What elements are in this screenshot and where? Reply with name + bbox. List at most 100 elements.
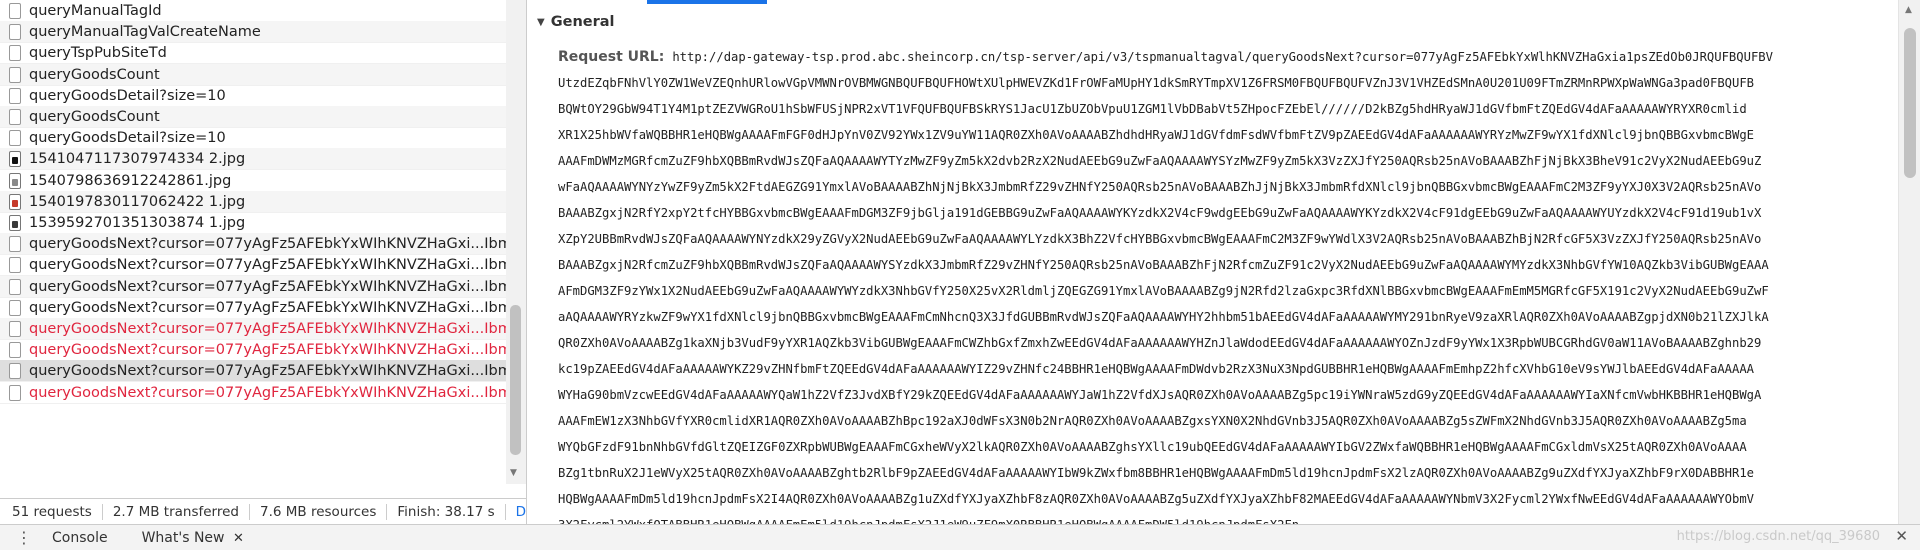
request-row[interactable]: queryGoodsNext?cursor=077yAgFz5AFEbkYxWI… bbox=[0, 318, 506, 340]
request-url-value[interactable]: AAAFmEW1zX3NhbGVfYXR0cmlidXR1AQR0ZXh0AVo… bbox=[558, 414, 1747, 428]
image-file-icon bbox=[9, 193, 21, 210]
request-url-line: wFaAQAAAAWYNYzYwZF9yZm5kX2FtdAEGZG91Ymxl… bbox=[558, 174, 1888, 200]
request-name: queryGoodsNext?cursor=077yAgFz5AFEbkYxWI… bbox=[29, 320, 506, 337]
headers-scrollbar[interactable]: ▲ bbox=[1898, 0, 1920, 524]
request-url-line: HQBWgAAAAFmDm5ld19hcnJpdmFsX2I4AQR0ZXh0A… bbox=[558, 486, 1888, 512]
request-url-line: BZg1tbnRuX2J1eWVyX25tAQR0ZXh0AVoAAAABZgh… bbox=[558, 460, 1888, 486]
request-name: 1541047117307974334 2.jpg bbox=[29, 150, 246, 167]
tab-console[interactable]: Console bbox=[52, 530, 108, 546]
request-url-value[interactable]: HQBWgAAAAFmDm5ld19hcnJpdmFsX2I4AQR0ZXh0A… bbox=[558, 492, 1754, 506]
request-row[interactable]: 1540197830117062422 1.jpg bbox=[0, 191, 506, 213]
request-url-value[interactable]: wFaAQAAAAWYNYzYwZF9yZm5kX2FtdAEGZG91Ymxl… bbox=[558, 180, 1761, 194]
request-list-scrollbar[interactable]: ▼ bbox=[506, 0, 526, 484]
request-row[interactable]: queryGoodsNext?cursor=077yAgFz5AFEbkYxWI… bbox=[0, 254, 506, 276]
request-row[interactable]: queryTspPubSiteTd bbox=[0, 42, 506, 64]
request-name: queryGoodsNext?cursor=077yAgFz5AFEbkYxWI… bbox=[29, 299, 506, 316]
watermark-text: https://blog.csdn.net/qq_39680 bbox=[1676, 529, 1880, 544]
request-url-value[interactable]: XZpY2UBBmRvdWJsZQFaAQAAAAWYNYzdkX29yZGVy… bbox=[558, 232, 1761, 246]
request-row[interactable]: queryGoodsNext?cursor=077yAgFz5AFEbkYxWI… bbox=[0, 360, 506, 382]
request-url-value[interactable]: QR0ZXh0AVoAAAABZg1kaXNjb3VudF9yYXR1AQZkb… bbox=[558, 336, 1761, 350]
request-row[interactable]: queryGoodsNext?cursor=077yAgFz5AFEbkYxWI… bbox=[0, 297, 506, 319]
request-row[interactable]: queryGoodsDetail?size=10 bbox=[0, 127, 506, 149]
request-name: queryGoodsDetail?size=10 bbox=[29, 129, 226, 146]
document-icon bbox=[9, 362, 21, 379]
request-url-value[interactable]: AAAFmDWMzMGRfcmZuZF9hbXQBBmRvdWJsZQFaAQA… bbox=[558, 154, 1761, 168]
request-url-value[interactable]: aAQAAAAWYRYzkwZF9wYX1fdXNlcl9jbnQBBGxvbm… bbox=[558, 310, 1769, 324]
request-url-line: aAQAAAAWYRYzkwZF9wYX1fdXNlcl9jbnQBBGxvbm… bbox=[558, 304, 1888, 330]
request-url-line: AAAFmDWMzMGRfcmZuZF9hbXQBBmRvdWJsZQFaAQA… bbox=[558, 148, 1888, 174]
document-icon bbox=[9, 108, 21, 125]
tab-whats-new-label: What's New bbox=[141, 529, 225, 546]
request-url-line: WYHaG90bmVzcwEEdGV4dAFaAAAAAWYQaW1hZ2VfZ… bbox=[558, 382, 1888, 408]
dom-content-loaded-link[interactable]: Do bbox=[506, 504, 526, 520]
request-row[interactable]: queryManualTagId bbox=[0, 0, 506, 22]
general-section-header[interactable]: ▼ General bbox=[537, 14, 615, 30]
request-row[interactable]: queryGoodsDetail?size=10 bbox=[0, 85, 506, 107]
document-icon bbox=[9, 2, 21, 19]
resources-size: 7.6 MB resources bbox=[250, 504, 388, 520]
request-url-line: XR1X25hbWVfaWQBBHR1eHQBWgAAAAFmFGF0dHJpY… bbox=[558, 122, 1888, 148]
request-url-line: Request URL: http://dap-gateway-tsp.prod.… bbox=[558, 44, 1888, 70]
request-row[interactable]: 1540798636912242861.jpg bbox=[0, 170, 506, 192]
request-url-value[interactable]: BQWtOY29GbW94T1Y4M1ptZEZVWGRoU1hSbWFUSjN… bbox=[558, 102, 1747, 116]
request-url-value[interactable]: BZg1tbnRuX2J1eWVyX25tAQR0ZXh0AVoAAAABZgh… bbox=[558, 466, 1754, 480]
headers-scroll-thumb[interactable] bbox=[1904, 28, 1916, 178]
request-url-value[interactable]: WYQbGFzdF91bnNhbGVfdGltZQEIZGF0ZXRpbWUBW… bbox=[558, 440, 1747, 454]
scroll-up-arrow-icon[interactable]: ▲ bbox=[1905, 5, 1912, 15]
request-name: queryManualTagValCreateName bbox=[29, 23, 261, 40]
request-row[interactable]: queryManualTagValCreateName bbox=[0, 21, 506, 43]
request-list[interactable]: queryManualTagId queryManualTagValCreateN… bbox=[0, 0, 506, 484]
transferred-size: 2.7 MB transferred bbox=[103, 504, 250, 520]
request-row[interactable]: queryGoodsNext?cursor=077yAgFz5AFEbkYxWI… bbox=[0, 233, 506, 255]
request-url-value[interactable]: http://dap-gateway-tsp.prod.abc.sheincor… bbox=[672, 50, 1773, 64]
scroll-down-arrow-icon[interactable]: ▼ bbox=[510, 468, 517, 478]
request-row[interactable]: queryGoodsNext?cursor=077yAgFz5AFEbkYxWI… bbox=[0, 276, 506, 298]
close-tab-icon[interactable]: ✕ bbox=[233, 531, 244, 546]
request-url-line: BAAABZgxjN2RfcmZuZF9hbXQBBmRvdWJsZQFaAQA… bbox=[558, 252, 1888, 278]
request-url-line: kc19pZAEEdGV4dAFaAAAAAWYKZ29vZHNfbmFtZQE… bbox=[558, 356, 1888, 382]
close-drawer-icon[interactable]: ✕ bbox=[1895, 527, 1908, 545]
document-icon bbox=[9, 87, 21, 104]
request-name: queryGoodsNext?cursor=077yAgFz5AFEbkYxWI… bbox=[29, 278, 506, 295]
request-url-line: UtzdEZqbFNhVlY0ZW1WeVZEQnhURlowVGpVMWNrO… bbox=[558, 70, 1888, 96]
request-url-value[interactable]: kc19pZAEEdGV4dAFaAAAAAWYKZ29vZHNfbmFtZQE… bbox=[558, 362, 1754, 376]
finish-time: Finish: 38.17 s bbox=[387, 504, 506, 520]
document-icon bbox=[9, 341, 21, 358]
document-icon bbox=[9, 299, 21, 316]
image-file-icon bbox=[9, 214, 21, 231]
triangle-down-icon[interactable]: ▼ bbox=[537, 17, 545, 28]
request-url-line: AAAFmEW1zX3NhbGVfYXR0cmlidXR1AQR0ZXh0AVo… bbox=[558, 408, 1888, 434]
request-url-value[interactable]: XR1X25hbWVfaWQBBHR1eHQBWgAAAAFmFGF0dHJpY… bbox=[558, 128, 1754, 142]
request-url-value[interactable]: BAAABZgxjN2RfcmZuZF9hbXQBBmRvdWJsZQFaAQA… bbox=[558, 258, 1769, 272]
request-row[interactable]: 1541047117307974334 2.jpg bbox=[0, 148, 506, 170]
request-row[interactable]: queryGoodsCount bbox=[0, 64, 506, 86]
request-name: queryGoodsNext?cursor=077yAgFz5AFEbkYxWI… bbox=[29, 256, 506, 273]
request-url-value[interactable]: AFmDGM3ZF9zYWx1X2NudAEEbG9uZwFaAQAAAAWYW… bbox=[558, 284, 1769, 298]
request-url-line: 3X2Fycml2YWxfOTABBHR1eHQBWgAAAAFmEm5ld19… bbox=[558, 512, 1888, 524]
document-icon bbox=[9, 66, 21, 83]
more-tools-kebab-icon[interactable]: ⋮ bbox=[16, 528, 32, 547]
request-url-line: BQWtOY29GbW94T1Y4M1ptZEZVWGRoU1hSbWFUSjN… bbox=[558, 96, 1888, 122]
document-icon bbox=[9, 278, 21, 295]
headers-panel: ▼ General Request URL: http://dap-gateway… bbox=[526, 0, 1920, 524]
request-url-value[interactable]: BAAABZgxjN2RfY2xpY2tfcHYBBGxvbmcBWgEAAAF… bbox=[558, 206, 1761, 220]
request-name: queryGoodsNext?cursor=077yAgFz5AFEbkYxWI… bbox=[29, 341, 506, 358]
request-row[interactable]: queryGoodsNext?cursor=077yAgFz5AFEbkYxWI… bbox=[0, 339, 506, 361]
request-url-value[interactable]: WYHaG90bmVzcwEEdGV4dAFaAAAAAWYQaW1hZ2VfZ… bbox=[558, 388, 1761, 402]
request-name: queryGoodsNext?cursor=077yAgFz5AFEbkYxWI… bbox=[29, 362, 506, 379]
general-section-title: General bbox=[550, 14, 615, 30]
request-row[interactable]: queryGoodsNext?cursor=077yAgFz5AFEbkYxWI… bbox=[0, 382, 506, 404]
active-tab-indicator bbox=[647, 0, 767, 4]
request-list-scroll-thumb[interactable] bbox=[510, 305, 521, 455]
request-url-block: Request URL: http://dap-gateway-tsp.prod.… bbox=[558, 44, 1888, 524]
document-icon bbox=[9, 44, 21, 61]
request-row[interactable]: queryGoodsCount bbox=[0, 106, 506, 128]
document-icon bbox=[9, 129, 21, 146]
request-name: queryGoodsCount bbox=[29, 66, 160, 83]
request-url-value[interactable]: UtzdEZqbFNhVlY0ZW1WeVZEQnhURlowVGpVMWNrO… bbox=[558, 76, 1754, 90]
request-name: 1540798636912242861.jpg bbox=[29, 172, 232, 189]
document-icon bbox=[9, 384, 21, 401]
request-name: queryGoodsCount bbox=[29, 108, 160, 125]
request-row[interactable]: 1539592701351303874 1.jpg bbox=[0, 212, 506, 234]
tab-whats-new[interactable]: What's New ✕ bbox=[142, 530, 244, 546]
